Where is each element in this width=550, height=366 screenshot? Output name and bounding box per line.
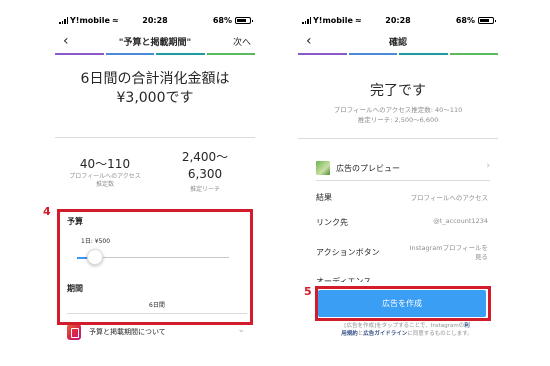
page-title: 確認	[388, 38, 407, 48]
action-button-key: アクションボタン	[316, 248, 380, 257]
ad-guidelines-link[interactable]: 広告ガイドライン	[363, 331, 407, 337]
terms-end: に同意するものとします。	[407, 331, 473, 337]
reach-label: 推定リーチ	[189, 186, 220, 193]
progress-segment	[55, 53, 104, 55]
total-spend-line1: 6日間の合計消化金額は	[80, 71, 230, 87]
battery-icon	[235, 17, 253, 24]
progress-segment	[449, 53, 498, 55]
reach-estimate-line1: 2,400〜	[181, 150, 229, 164]
next-button[interactable]: 次へ	[233, 35, 251, 48]
status-bar: Y!mobile ≈ 20:28 68%	[298, 14, 498, 28]
terms-link-part[interactable]: 利	[464, 323, 470, 329]
battery: 68%	[212, 16, 253, 25]
reach-estimate-line2: 6,300	[187, 167, 223, 181]
page-title: "予算と掲載期間"	[118, 38, 192, 48]
budget-info-label: 予算と掲載期間について	[89, 328, 166, 336]
action-button-row: アクションボタン Instagramプロフィールを 見る	[316, 239, 490, 267]
profile-visits-label-line2: 推定数	[95, 181, 114, 188]
profile-visits-label-line1: プロフィールへのアクセス	[69, 173, 141, 180]
step-progress-bar	[55, 53, 255, 55]
budget-highlight-box	[57, 209, 253, 325]
terms-text: [広告を作成]をタップすることで、Instagramの利 用規約と広告ガイドライ…	[324, 322, 490, 338]
link-row: リンク先 @t_account1234	[316, 211, 490, 233]
complete-title: 完了です	[370, 83, 426, 99]
audience-key: オーディエンス	[316, 277, 372, 282]
divider	[298, 138, 498, 139]
screenshot-canvas: Y!mobile ≈ 20:28 68% ‹ "予算と掲載期間" 次へ 6日間の…	[0, 0, 550, 366]
ad-thumbnail	[316, 161, 330, 175]
step-number-4: 4	[43, 205, 51, 218]
chevron-right-icon: ›	[486, 161, 490, 171]
ad-preview-row[interactable]: 広告のプレビュー ›	[316, 158, 490, 180]
progress-segment	[105, 53, 154, 55]
status-bar: Y!mobile ≈ 20:28 68%	[55, 14, 255, 28]
ad-preview-label: 広告のプレビュー	[336, 164, 400, 173]
audience-row: オーディエンス	[316, 270, 490, 282]
divider	[316, 180, 490, 181]
progress-segment	[298, 53, 347, 55]
terms-line1: [広告を作成]をタップすることで、Instagramの	[344, 323, 465, 329]
result-key: 結果	[316, 193, 332, 202]
progress-segment	[156, 53, 205, 55]
nav-bar: ‹ 確認	[298, 30, 498, 54]
budget-info-row[interactable]: 予算と掲載期間について ⌄	[67, 322, 247, 342]
step-progress-bar	[298, 53, 498, 55]
step-number-5: 5	[304, 285, 312, 298]
chevron-down-icon: ⌄	[237, 325, 245, 335]
cta-highlight-box	[315, 286, 491, 321]
result-row: 結果 プロフィールへのアクセス	[316, 186, 490, 208]
progress-segment	[348, 53, 397, 55]
profile-visits-estimate: 40〜110	[79, 157, 131, 171]
battery-percent: 68%	[455, 16, 475, 25]
battery: 68%	[455, 16, 496, 25]
total-spend-line2: ¥3,000です	[116, 90, 194, 106]
nav-bar: ‹ "予算と掲載期間" 次へ	[55, 30, 255, 54]
progress-segment	[399, 53, 448, 55]
progress-segment	[206, 53, 255, 55]
action-button-value-line2: 見る	[475, 253, 488, 261]
estimate-line1: プロフィールへのアクセス推定数: 40〜110	[333, 106, 463, 114]
link-value: @t_account1234	[433, 217, 488, 225]
divider	[55, 137, 255, 138]
result-value: プロフィールへのアクセス	[410, 194, 488, 202]
estimate-line2: 推定リーチ: 2,500〜6,600	[357, 116, 439, 124]
link-key: リンク先	[316, 218, 348, 227]
battery-icon	[478, 17, 496, 24]
battery-percent: 68%	[212, 16, 232, 25]
info-book-icon	[67, 324, 81, 340]
terms-link[interactable]: 用規約	[341, 331, 358, 337]
